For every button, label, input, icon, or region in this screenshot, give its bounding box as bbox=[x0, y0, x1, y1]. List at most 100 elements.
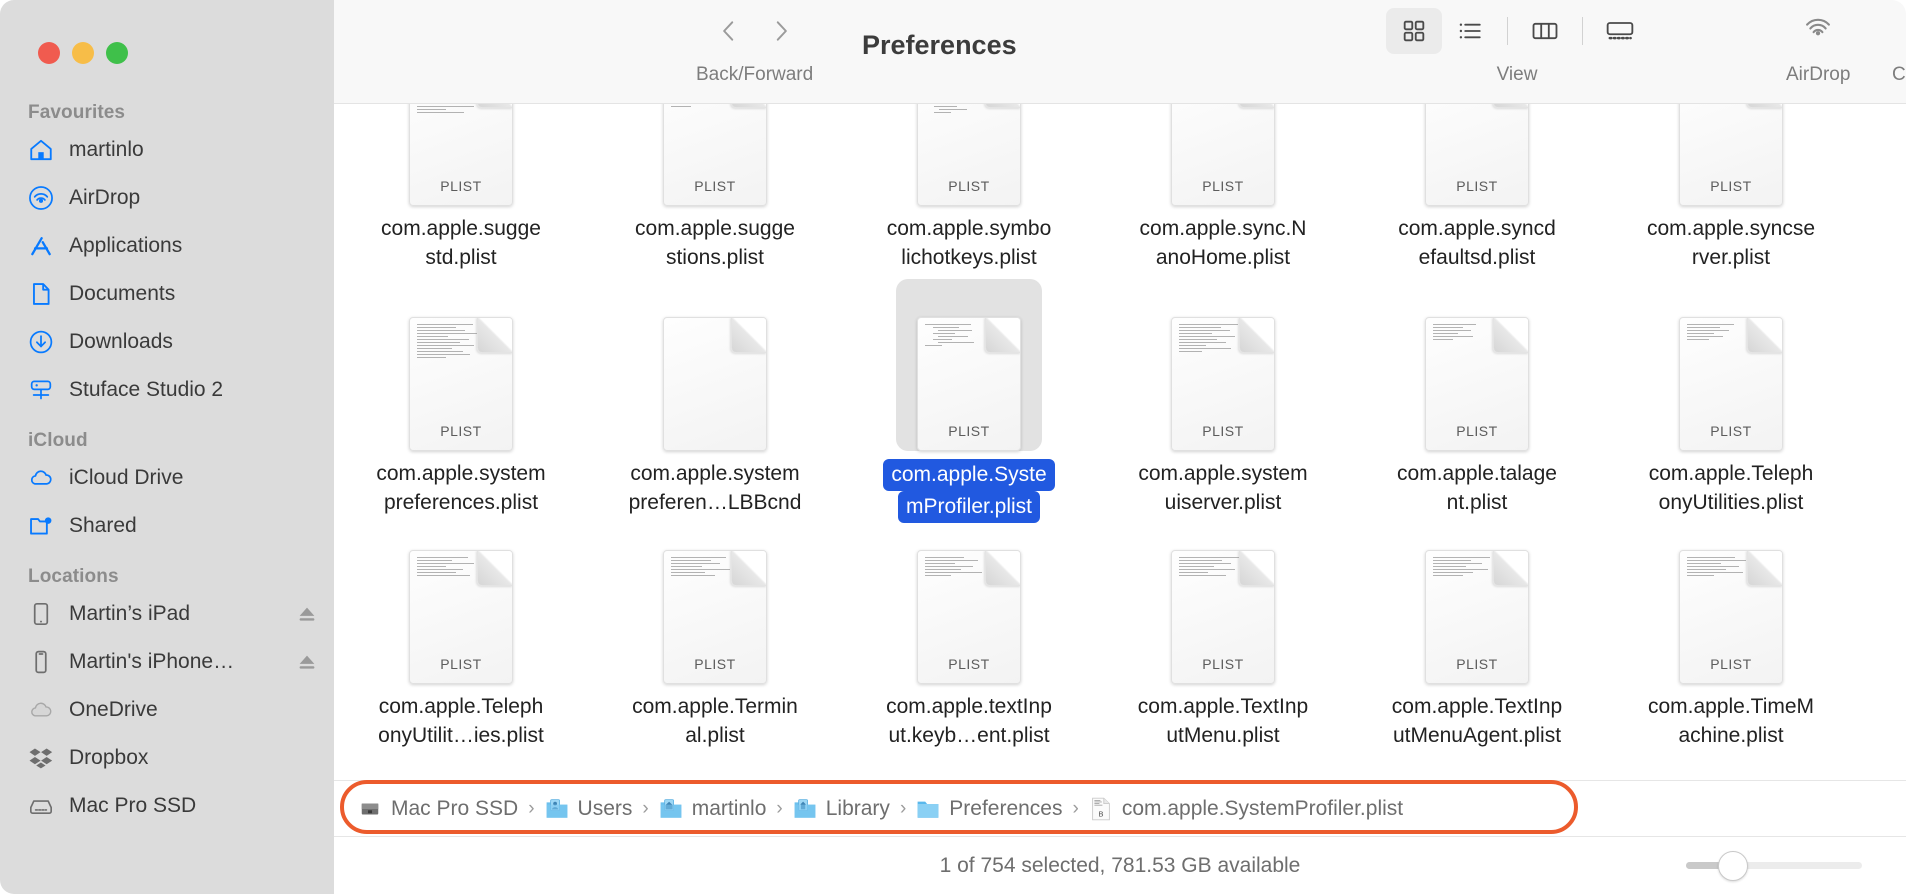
file-item-selected[interactable]: PLIST com.apple.Syste mProfiler.plist bbox=[842, 279, 1096, 523]
close-window-button[interactable] bbox=[38, 42, 60, 64]
sidebar-item-shared[interactable]: Shared bbox=[0, 502, 334, 550]
breadcrumb-martinlo[interactable]: martinlo bbox=[659, 797, 766, 821]
file-item[interactable]: PLIST com.apple.textInp ut.keyb…ent.plis… bbox=[842, 512, 1096, 750]
file-icon-wrap[interactable]: PLIST bbox=[1404, 279, 1550, 451]
file-icon-wrap[interactable] bbox=[642, 279, 788, 451]
file-icon-wrap[interactable]: PLIST bbox=[1658, 104, 1804, 206]
file-icon-wrap[interactable]: PLIST bbox=[1150, 512, 1296, 684]
sidebar-item-martins-iphone[interactable]: Martin's iPhone… bbox=[0, 638, 334, 686]
sidebar-item-label: AirDrop bbox=[69, 186, 141, 209]
minimize-window-button[interactable] bbox=[72, 42, 94, 64]
file-icon-wrap[interactable]: PLIST bbox=[388, 512, 534, 684]
breadcrumb-mac-pro-ssd[interactable]: Mac Pro SSD bbox=[358, 797, 518, 821]
file-item[interactable]: PLIST com.apple.sugge std.plist bbox=[334, 104, 588, 272]
sidebar-item-onedrive[interactable]: OneDrive bbox=[0, 686, 334, 734]
file-item[interactable]: PLIST com.apple.Teleph onyUtilities.plis… bbox=[1604, 279, 1858, 523]
file-name[interactable]: com.apple.TextInp utMenu.plist bbox=[1120, 692, 1326, 750]
sidebar-item-airdrop[interactable]: AirDrop bbox=[0, 174, 334, 222]
file-item[interactable]: PLIST com.apple.TextInp utMenuAgent.plis… bbox=[1350, 512, 1604, 750]
file-item[interactable]: PLIST com.apple.sugge stions.plist bbox=[588, 104, 842, 272]
view-list-button[interactable] bbox=[1442, 8, 1498, 54]
display-icon[interactable] bbox=[1896, 0, 1906, 62]
file-item[interactable]: PLIST com.apple.TextInp utMenu.plist bbox=[1096, 512, 1350, 750]
sidebar-item-applications[interactable]: Applications bbox=[0, 222, 334, 270]
file-name[interactable]: com.apple.symbo lichotkeys.plist bbox=[866, 214, 1072, 272]
file-item[interactable]: PLIST com.apple.sync.N anoHome.plist bbox=[1096, 104, 1350, 272]
airdrop-icon[interactable] bbox=[1787, 0, 1849, 62]
path-bar[interactable]: Mac Pro SSD › Users › martinlo › Library… bbox=[334, 780, 1906, 836]
sidebar-item-mac-pro-ssd[interactable]: Mac Pro SSD bbox=[0, 782, 334, 830]
file-kind-badge: PLIST bbox=[1456, 656, 1498, 672]
file-grid[interactable]: PLIST com.apple.sugge std.plist PLIST co… bbox=[334, 104, 1906, 780]
file-item[interactable]: PLIST com.apple.system uiserver.plist bbox=[1096, 279, 1350, 523]
breadcrumb-library[interactable]: Library bbox=[793, 797, 890, 821]
sidebar-item-stuface-studio-2[interactable]: Stuface Studio 2 bbox=[0, 366, 334, 414]
file-name[interactable]: com.apple.sugge std.plist bbox=[358, 214, 564, 272]
file-item[interactable]: PLIST com.apple.system preferences.plist bbox=[334, 279, 588, 523]
file-kind-badge: PLIST bbox=[948, 423, 990, 439]
file-name[interactable]: com.apple.system uiserver.plist bbox=[1120, 459, 1326, 517]
file-icon-wrap[interactable]: PLIST bbox=[1150, 104, 1296, 206]
file-name[interactable]: com.apple.syncd efaultsd.plist bbox=[1374, 214, 1580, 272]
eject-icon[interactable] bbox=[296, 603, 318, 625]
file-item[interactable]: PLIST com.apple.Teleph onyUtilit…ies.pli… bbox=[334, 512, 588, 750]
sidebar-item-downloads[interactable]: Downloads bbox=[0, 318, 334, 366]
file-name-line1: com.apple.Termin bbox=[632, 695, 798, 718]
file-icon-wrap[interactable]: PLIST bbox=[896, 279, 1042, 451]
view-gallery-button[interactable] bbox=[1592, 8, 1648, 54]
finder-window: Favourites martinlo AirDrop Applications… bbox=[0, 0, 1906, 894]
breadcrumb-current-file[interactable]: B com.apple.SystemProfiler.plist bbox=[1089, 797, 1403, 821]
sidebar-item-martinlo[interactable]: martinlo bbox=[0, 126, 334, 174]
sidebar-item-documents[interactable]: Documents bbox=[0, 270, 334, 318]
file-item[interactable]: PLIST com.apple.syncd efaultsd.plist bbox=[1350, 104, 1604, 272]
plist-file-icon: PLIST bbox=[917, 104, 1021, 206]
sidebar-item-martins-ipad[interactable]: Martin’s iPad bbox=[0, 590, 334, 638]
file-name[interactable]: com.apple.system preferen…LBBcnd bbox=[612, 459, 818, 517]
file-icon-wrap[interactable]: PLIST bbox=[1404, 512, 1550, 684]
file-item[interactable]: PLIST com.apple.syncse rver.plist bbox=[1604, 104, 1858, 272]
sidebar-item-icloud-drive[interactable]: iCloud Drive bbox=[0, 454, 334, 502]
file-name[interactable]: com.apple.talage nt.plist bbox=[1374, 459, 1580, 517]
plist-file-icon: PLIST bbox=[1679, 104, 1783, 206]
file-name[interactable]: com.apple.Teleph onyUtilit…ies.plist bbox=[358, 692, 564, 750]
file-item[interactable]: PLIST com.apple.Termin al.plist bbox=[588, 512, 842, 750]
file-name[interactable]: com.apple.system preferences.plist bbox=[358, 459, 564, 517]
connect-button-group[interactable]: Connect bbox=[1892, 0, 1906, 86]
file-item[interactable]: PLIST com.apple.talage nt.plist bbox=[1350, 279, 1604, 523]
file-icon-wrap[interactable]: PLIST bbox=[1150, 279, 1296, 451]
file-icon-wrap[interactable]: PLIST bbox=[388, 104, 534, 206]
file-icon-wrap[interactable]: PLIST bbox=[388, 279, 534, 451]
breadcrumb-label: Users bbox=[577, 796, 633, 820]
file-name[interactable]: com.apple.Termin al.plist bbox=[612, 692, 818, 750]
airdrop-button-group[interactable]: AirDrop bbox=[1786, 0, 1850, 86]
file-name[interactable]: com.apple.textInp ut.keyb…ent.plist bbox=[866, 692, 1072, 750]
file-icon-wrap[interactable]: PLIST bbox=[896, 104, 1042, 206]
view-icon-button[interactable] bbox=[1386, 8, 1442, 54]
file-name[interactable]: com.apple.sync.N anoHome.plist bbox=[1120, 214, 1326, 272]
view-column-button[interactable] bbox=[1517, 8, 1573, 54]
file-name[interactable]: com.apple.syncse rver.plist bbox=[1628, 214, 1834, 272]
forward-button[interactable] bbox=[755, 5, 807, 57]
breadcrumb-users[interactable]: Users bbox=[545, 796, 633, 821]
file-icon-wrap[interactable]: PLIST bbox=[896, 512, 1042, 684]
eject-icon[interactable] bbox=[296, 651, 318, 673]
file-name[interactable]: com.apple.TimeM achine.plist bbox=[1628, 692, 1834, 750]
icon-size-slider[interactable] bbox=[1686, 850, 1862, 881]
file-name[interactable]: com.apple.sugge stions.plist bbox=[612, 214, 818, 272]
file-name[interactable]: com.apple.TextInp utMenuAgent.plist bbox=[1374, 692, 1580, 750]
file-icon-wrap[interactable]: PLIST bbox=[1404, 104, 1550, 206]
file-icon-wrap[interactable]: PLIST bbox=[642, 104, 788, 206]
back-button[interactable] bbox=[703, 5, 755, 57]
breadcrumb-preferences[interactable]: Preferences bbox=[916, 797, 1063, 821]
file-item[interactable]: com.apple.system preferen…LBBcnd bbox=[588, 279, 842, 523]
file-item[interactable]: PLIST com.apple.TimeM achine.plist bbox=[1604, 512, 1858, 750]
file-item[interactable]: PLIST com.apple.symbo lichotkeys.plist bbox=[842, 104, 1096, 272]
maximize-window-button[interactable] bbox=[106, 42, 128, 64]
file-icon-wrap[interactable]: PLIST bbox=[1658, 279, 1804, 451]
file-name[interactable]: com.apple.Teleph onyUtilities.plist bbox=[1628, 459, 1834, 517]
file-kind-badge: PLIST bbox=[1202, 423, 1244, 439]
slider-knob[interactable] bbox=[1718, 850, 1748, 881]
file-icon-wrap[interactable]: PLIST bbox=[642, 512, 788, 684]
sidebar-item-dropbox[interactable]: Dropbox bbox=[0, 734, 334, 782]
file-icon-wrap[interactable]: PLIST bbox=[1658, 512, 1804, 684]
